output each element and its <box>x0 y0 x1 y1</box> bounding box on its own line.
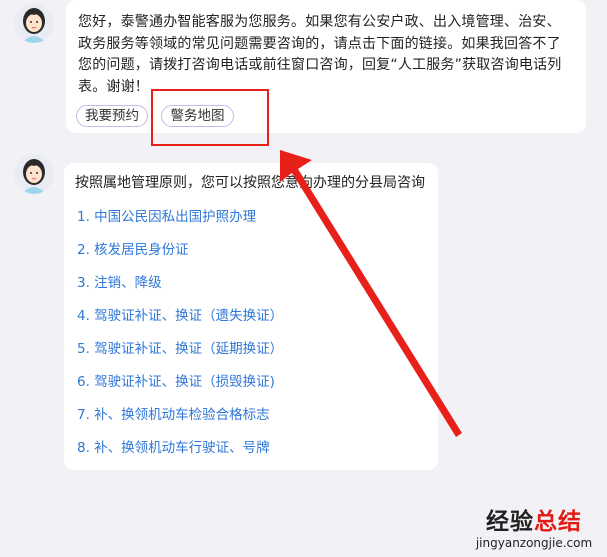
watermark-title: 经验总结 <box>464 509 604 535</box>
watermark-url: jingyanzongjie.com <box>475 536 593 550</box>
link-license-damaged[interactable]: 6. 驾驶证补证、换证（损毁换证) <box>77 370 275 390</box>
bot-message-text: 您好，泰警通办智能客服为您服务。如果您有公安户政、出入境管理、治安、政务服务等领… <box>78 14 562 95</box>
quick-reply-appointment[interactable]: 我要预约 <box>76 105 148 127</box>
links-intro-text: 按照属地管理原则，您可以按照您意向办理的分县局咨询 <box>75 175 425 191</box>
watermark-title-accent: 总结 <box>534 509 582 535</box>
bot-links-message: 按照属地管理原则，您可以按照您意向办理的分县局咨询 1. 中国公民因私出国护照办… <box>64 163 438 470</box>
link-license-lost[interactable]: 4. 驾驶证补证、换证（遗失换证） <box>77 304 283 324</box>
annotation-highlight-box <box>151 89 269 146</box>
link-inspection-sign[interactable]: 7. 补、换领机动车检验合格标志 <box>77 403 270 423</box>
watermark-title-main: 经验 <box>486 509 534 535</box>
link-passport[interactable]: 1. 中国公民因私出国护照办理 <box>77 205 256 225</box>
link-vehicle-license[interactable]: 8. 补、换领机动车行驶证、号牌 <box>77 436 270 456</box>
watermark: 经验总结 jingyanzongjie.com <box>464 509 604 551</box>
assistant-avatar-icon <box>22 8 46 43</box>
assistant-avatar-icon <box>22 159 46 194</box>
link-id-card[interactable]: 2. 核发居民身份证 <box>77 238 189 258</box>
assistant-avatar <box>14 154 54 194</box>
assistant-avatar <box>14 3 54 43</box>
link-license-extend[interactable]: 5. 驾驶证补证、换证（延期换证） <box>77 337 283 357</box>
link-cancel-downgrade[interactable]: 3. 注销、降级 <box>77 271 162 291</box>
